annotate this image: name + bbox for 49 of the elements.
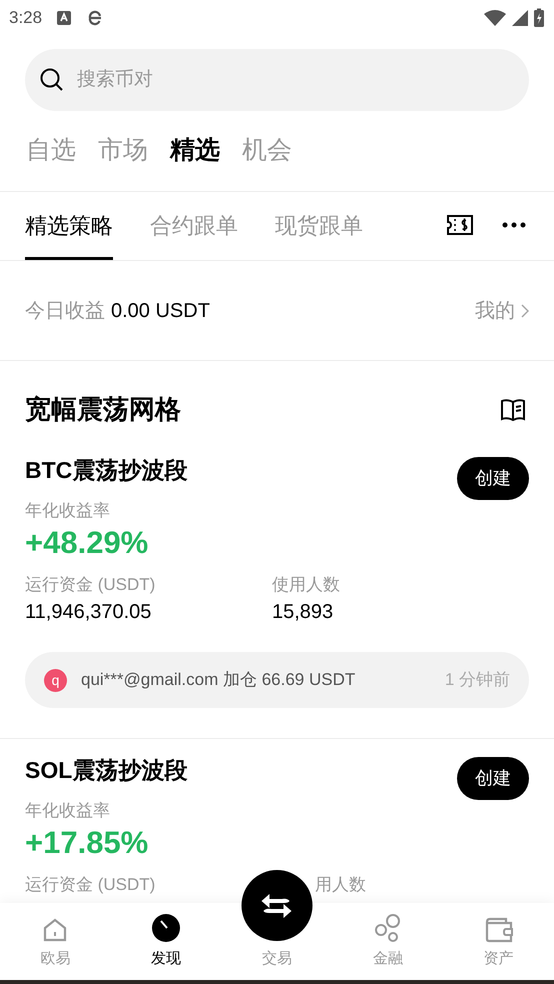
book-icon[interactable] — [500, 398, 526, 422]
annual-return: +17.85% — [25, 824, 150, 862]
nav-tab[interactable]: 金融 — [372, 948, 403, 970]
notification-icon — [56, 10, 72, 26]
funds-value: 11,946,370.05 — [25, 600, 152, 625]
wifi-icon — [483, 9, 507, 27]
strategy-tab[interactable]: 现货跟单 — [275, 192, 363, 260]
compass-icon — [151, 912, 182, 942]
chevron-right-icon — [521, 304, 529, 318]
search-field[interactable]: 搜索币对 — [25, 49, 529, 111]
signal-icon — [511, 9, 529, 27]
rate-label: 年化收益率 — [25, 800, 111, 822]
strategy-name: BTC震荡抄波段 — [25, 456, 188, 486]
users-label: 使用人数 — [272, 574, 340, 596]
nav-tab[interactable]: 资产 — [484, 948, 514, 970]
strategy-name: SOL震荡抄波段 — [25, 756, 188, 786]
earnings-value: 0.00 USDT — [111, 298, 210, 324]
my-earnings-link[interactable]: 我的 — [475, 296, 529, 326]
home-icon — [42, 916, 68, 942]
funds-label: 运行资金 (USDT) — [25, 874, 156, 896]
users-label: 用人数 — [315, 874, 366, 896]
create-button[interactable]: 创建 — [457, 757, 529, 800]
users-value: 15,893 — [272, 600, 334, 625]
ticket-icon[interactable] — [446, 214, 474, 236]
annual-return: +48.29% — [25, 524, 150, 562]
section-title: 宽幅震荡网格 — [25, 393, 181, 426]
create-button[interactable]: 创建 — [457, 457, 529, 500]
strategy-tab[interactable]: 合约跟单 — [150, 192, 238, 260]
market-tab[interactable]: 机会 — [242, 132, 292, 170]
funds-label: 运行资金 (USDT) — [25, 574, 156, 596]
user-avatar: q — [44, 668, 67, 692]
market-tab[interactable]: 自选 — [26, 132, 76, 170]
nav-tab[interactable]: 发现 — [151, 948, 182, 970]
wallet-icon — [484, 916, 514, 942]
more-icon[interactable] — [502, 222, 526, 228]
rate-label: 年化收益率 — [25, 500, 111, 522]
activity-text: qui***@gmail.com 加仓 66.69 USDT — [81, 669, 356, 692]
market-tab[interactable]: 精选 — [170, 132, 220, 170]
market-tab[interactable]: 市场 — [98, 132, 148, 170]
search-icon — [39, 67, 65, 93]
battery-icon — [533, 8, 545, 28]
search-input[interactable]: 搜索币对 — [77, 66, 515, 94]
activity-time: 1 分钟前 — [444, 669, 510, 692]
earnings-label: 今日收益 — [25, 298, 105, 324]
bubbles-icon — [374, 912, 402, 942]
strategy-tab[interactable]: 精选策略 — [25, 192, 113, 260]
nav-tab[interactable]: 交易 — [262, 948, 292, 970]
status-time: 3:28 — [9, 7, 42, 30]
nav-tab[interactable]: 欧易 — [40, 948, 70, 970]
